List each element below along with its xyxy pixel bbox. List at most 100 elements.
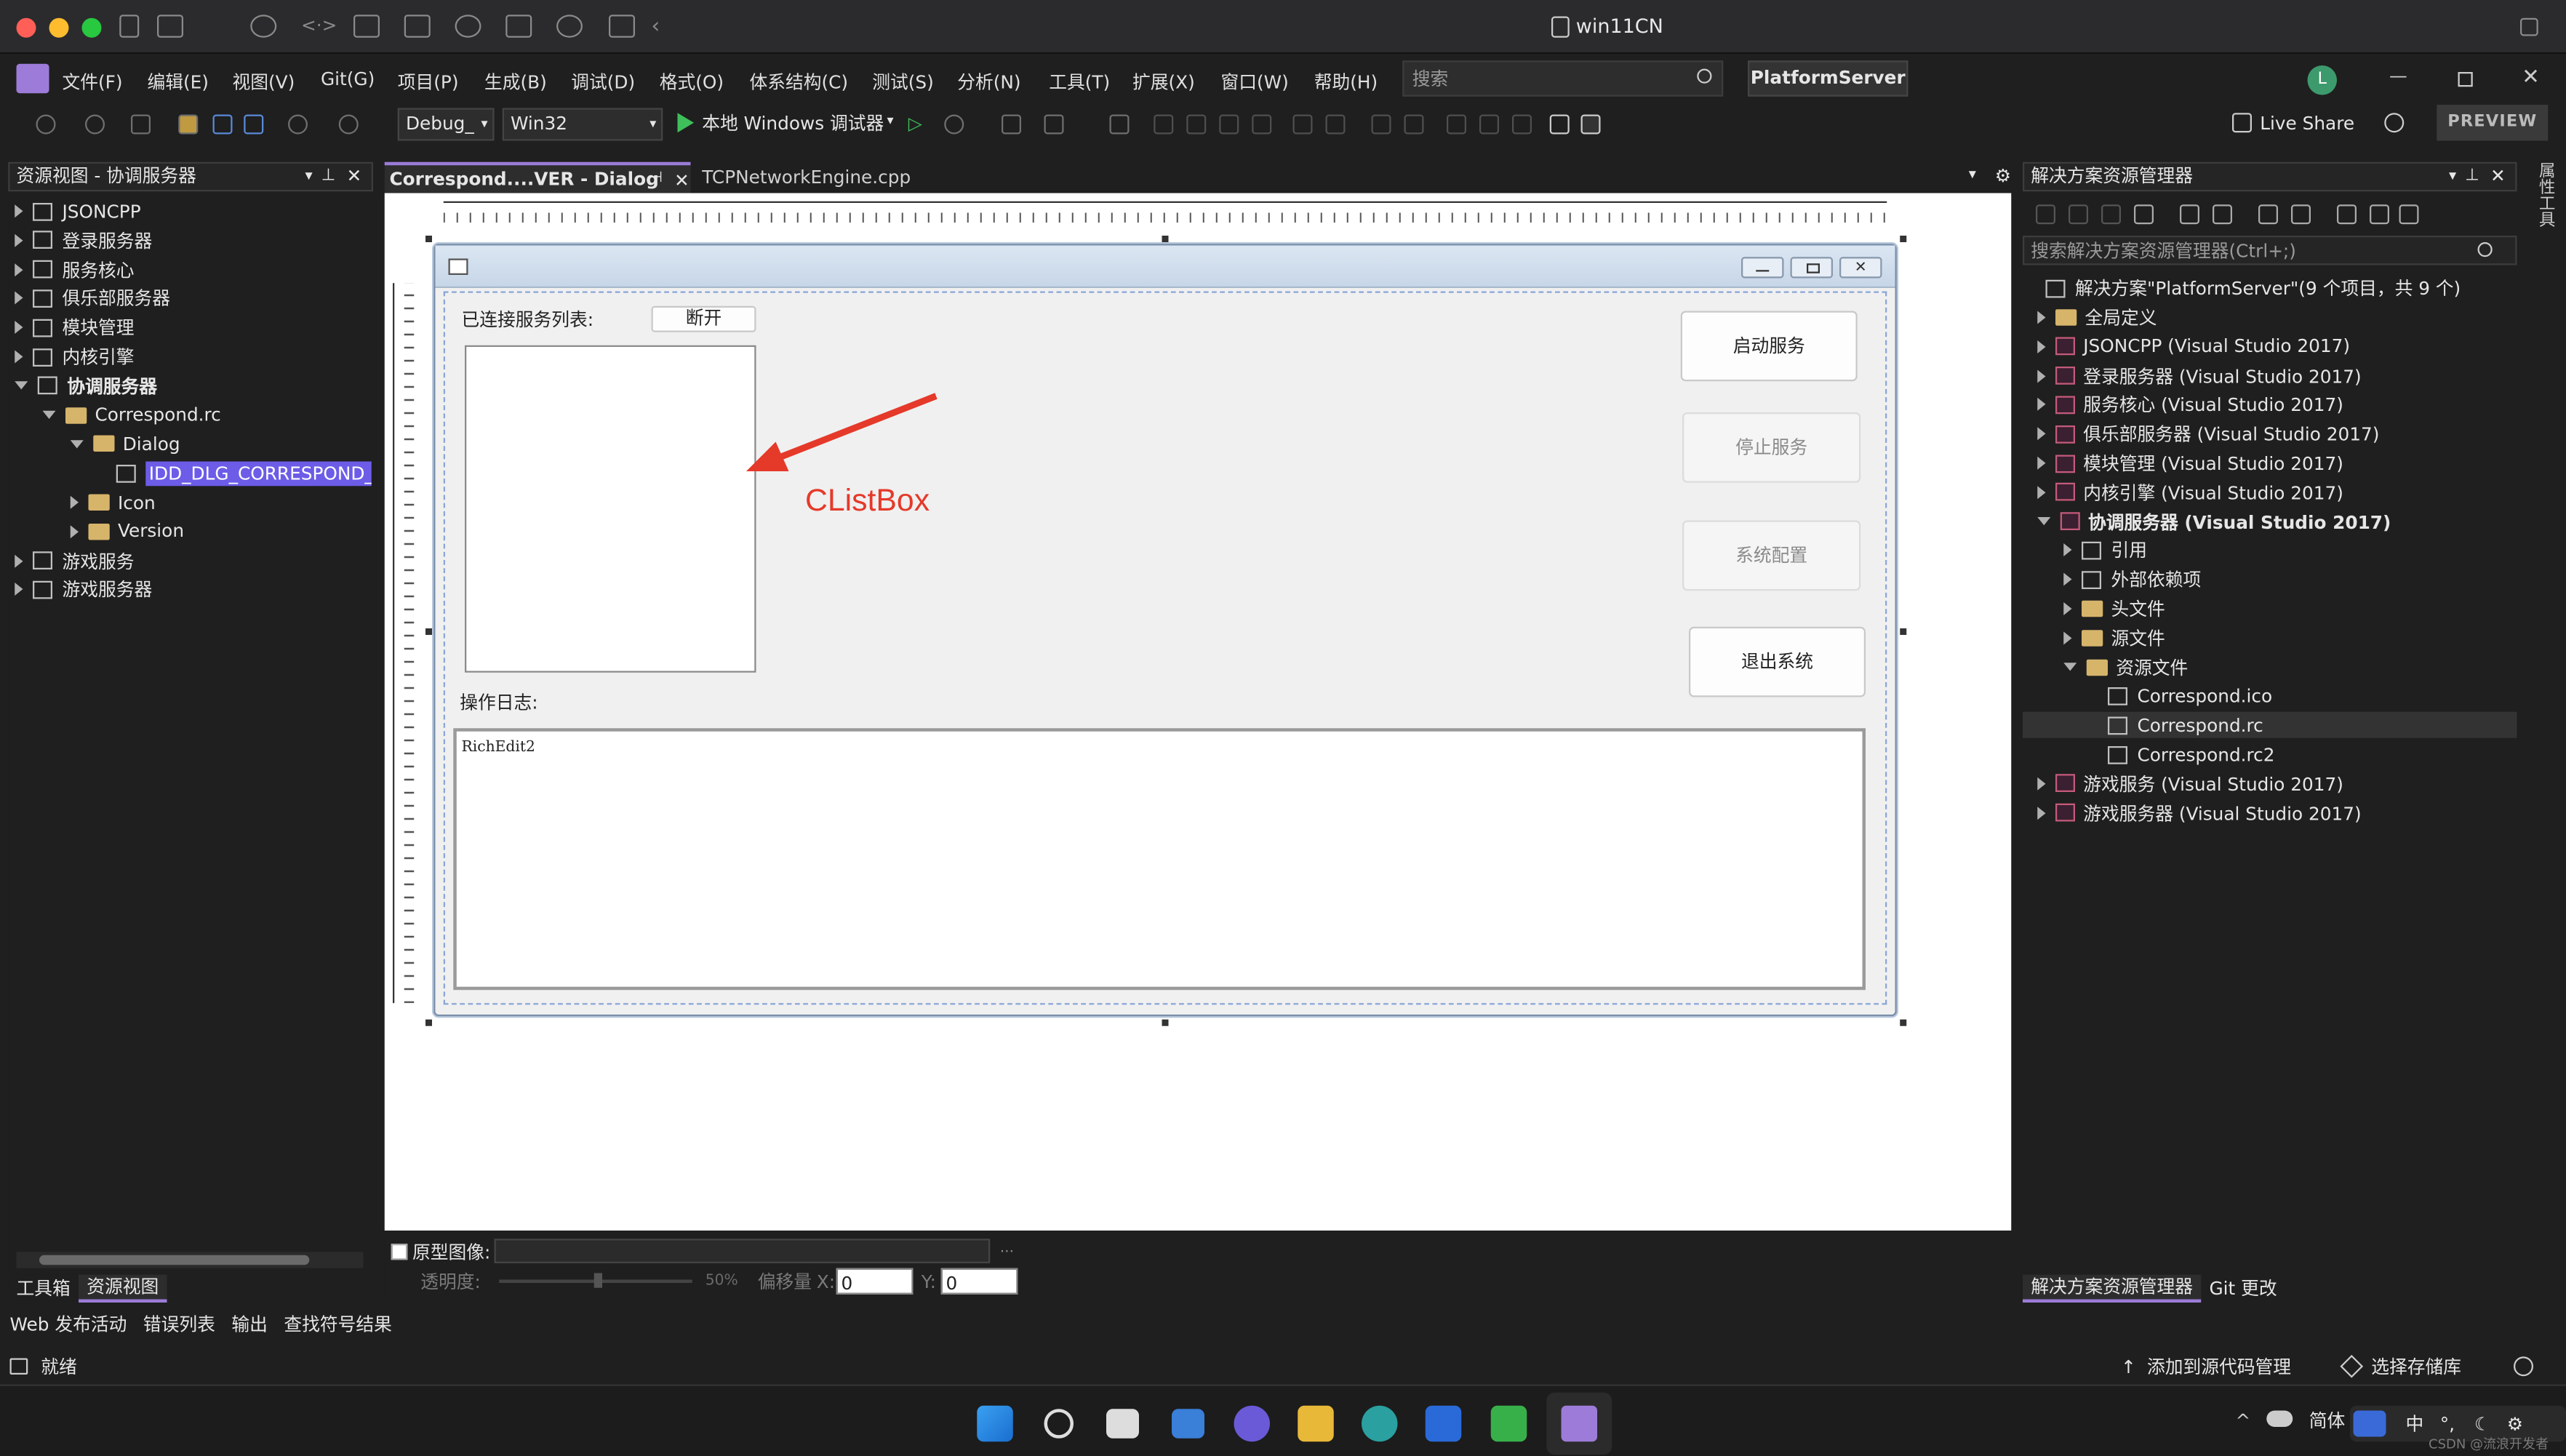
windows-start-icon[interactable] — [977, 1405, 1013, 1442]
align-tool-icon[interactable] — [1512, 114, 1532, 135]
collapse-icon[interactable] — [15, 381, 28, 391]
solution-tool-icon[interactable] — [2337, 204, 2357, 225]
solution-tool-icon[interactable] — [2370, 204, 2389, 225]
tree-item[interactable]: IDD_DLG_CORRESPOND_SE — [98, 460, 372, 487]
start-service-button[interactable]: 启动服务 — [1680, 311, 1858, 382]
expand-icon[interactable] — [2037, 806, 2046, 820]
folder-share-icon[interactable] — [609, 15, 635, 38]
collapse-icon[interactable] — [2037, 517, 2051, 526]
collapse-icon[interactable] — [42, 410, 56, 420]
horizontal-scrollbar[interactable] — [16, 1252, 364, 1268]
output-tab[interactable]: Web 发布活动 — [0, 1311, 133, 1336]
expand-icon[interactable] — [70, 524, 79, 538]
browse-button[interactable]: ... — [1000, 1241, 1014, 1257]
align-tool-icon[interactable] — [1479, 114, 1499, 135]
widgets-icon[interactable] — [1172, 1409, 1204, 1439]
ime-mode[interactable]: 简体 — [2309, 1412, 2346, 1431]
restore-icon[interactable] — [2520, 17, 2538, 36]
expand-icon[interactable] — [2037, 485, 2046, 499]
expand-icon[interactable] — [2063, 543, 2072, 557]
close-window-button[interactable] — [16, 17, 36, 38]
output-tab[interactable]: 错误列表 — [133, 1311, 222, 1336]
solution-item[interactable]: 服务核心 (Visual Studio 2017) — [2037, 392, 2343, 418]
tree-item[interactable]: 登录服务器 — [15, 227, 152, 253]
tab-git-changes[interactable]: Git 更改 — [2201, 1276, 2285, 1300]
tab-list-icon[interactable]: ▾ — [1969, 168, 1976, 183]
tree-item[interactable]: 服务核心 — [15, 256, 135, 282]
preview-badge[interactable]: PREVIEW — [2437, 105, 2549, 141]
platform-dropdown[interactable]: Win32 ▾ — [502, 108, 663, 141]
tree-item[interactable]: Dialog — [70, 431, 180, 457]
solution-search-input[interactable]: 搜索解决方案资源管理器(Ctrl+;) — [2023, 236, 2517, 265]
menu-item[interactable]: 项目(P) — [398, 69, 459, 95]
ime-chinese[interactable]: 中 — [2406, 1415, 2424, 1433]
solution-item[interactable]: Correspond.ico — [2090, 683, 2272, 709]
maximize-icon[interactable] — [2458, 72, 2473, 87]
expand-icon[interactable] — [15, 292, 23, 305]
disconnect-button[interactable]: 断开 — [651, 305, 756, 332]
stop-service-button[interactable]: 停止服务 — [1682, 412, 1861, 483]
menu-item[interactable]: 帮助(H) — [1314, 69, 1378, 95]
search-icon[interactable] — [1044, 1409, 1074, 1439]
menu-item[interactable]: 测试(S) — [872, 69, 934, 95]
dialog-maximize-icon[interactable] — [1790, 257, 1833, 279]
back-icon[interactable]: ‹ — [652, 17, 660, 38]
live-share-icon[interactable] — [2232, 113, 2252, 133]
dialog-designer-canvas[interactable]: ✕ 已连接服务列表: 断开 启动服务 停止服务 系统配置 退出系统 操作日志: … — [384, 193, 2012, 1231]
solution-item[interactable]: 全局定义 — [2037, 305, 2157, 331]
solution-item[interactable]: Correspond.rc — [2023, 712, 2517, 739]
pin-icon[interactable]: ⊥ — [321, 164, 336, 190]
solution-item[interactable]: 模块管理 (Visual Studio 2017) — [2037, 450, 2343, 476]
expand-icon[interactable] — [2037, 369, 2046, 383]
expand-icon[interactable] — [2063, 602, 2072, 615]
dropdown-icon[interactable]: ▾ — [305, 164, 313, 190]
tool-c-icon[interactable] — [1109, 114, 1130, 135]
align-tool-icon[interactable] — [1252, 114, 1272, 135]
menu-item[interactable]: 生成(B) — [484, 69, 547, 95]
menu-item[interactable]: Git(G) — [321, 69, 375, 90]
menu-item[interactable]: 格式(O) — [660, 69, 724, 95]
exit-system-button[interactable]: 退出系统 — [1689, 626, 1866, 697]
solution-tool-icon[interactable] — [2036, 204, 2055, 225]
collapse-icon[interactable] — [70, 440, 84, 449]
chat-icon[interactable] — [1234, 1405, 1270, 1442]
collapse-icon[interactable] — [2063, 663, 2077, 671]
solution-root[interactable]: 解决方案"PlatformServer"(9 个项目，共 9 个) — [2045, 275, 2461, 301]
expand-icon[interactable] — [70, 495, 79, 509]
tool-b-icon[interactable] — [1044, 114, 1064, 135]
solution-tool-icon[interactable] — [2213, 204, 2232, 225]
live-share-button[interactable]: Live Share — [2260, 115, 2354, 133]
drive2-icon[interactable] — [404, 15, 431, 38]
expand-icon[interactable] — [2037, 777, 2046, 791]
x-offset-input[interactable]: 0 — [836, 1268, 914, 1295]
solution-item[interactable]: 源文件 — [2063, 625, 2165, 651]
grid-icon[interactable] — [1549, 114, 1570, 135]
expand-icon[interactable] — [15, 321, 23, 335]
menu-item[interactable]: 体系结构(C) — [750, 69, 849, 95]
tab-tcp-engine[interactable]: TCPNetworkEngine.cpp — [695, 162, 962, 193]
solution-item[interactable]: 协调服务器 (Visual Studio 2017) — [2037, 508, 2391, 535]
nav-forward-icon[interactable] — [85, 114, 105, 135]
align-tool-icon[interactable] — [1404, 114, 1424, 135]
tab-dialog-editor[interactable]: Correspond....VER - Dialog ⊣ ✕ — [384, 161, 691, 193]
solution-item[interactable]: Correspond.rc2 — [2090, 741, 2275, 767]
pause-icon[interactable] — [119, 15, 140, 38]
task-view-icon[interactable] — [1106, 1409, 1139, 1439]
tree-item[interactable]: JSONCPP — [15, 198, 141, 224]
solution-item[interactable]: 外部依赖项 — [2063, 567, 2201, 593]
align-tool-icon[interactable] — [1371, 114, 1391, 135]
run-without-debug-icon[interactable]: ▷ — [908, 113, 925, 134]
expand-icon[interactable] — [2063, 631, 2072, 645]
expand-icon[interactable] — [15, 583, 23, 596]
sound-icon[interactable] — [455, 15, 481, 38]
solution-tool-icon[interactable] — [2069, 204, 2088, 225]
settings-icon[interactable] — [157, 15, 183, 38]
dropdown-icon[interactable]: ▾ — [2449, 164, 2456, 190]
redo-icon[interactable] — [338, 114, 359, 135]
store-icon[interactable] — [1425, 1405, 1462, 1442]
tool-a-icon[interactable] — [1002, 114, 1021, 135]
system-config-button[interactable]: 系统配置 — [1682, 520, 1861, 591]
align-tool-icon[interactable] — [1447, 114, 1466, 135]
moon-icon[interactable]: ☾ — [2474, 1415, 2490, 1433]
menu-item[interactable]: 编辑(E) — [148, 69, 209, 95]
